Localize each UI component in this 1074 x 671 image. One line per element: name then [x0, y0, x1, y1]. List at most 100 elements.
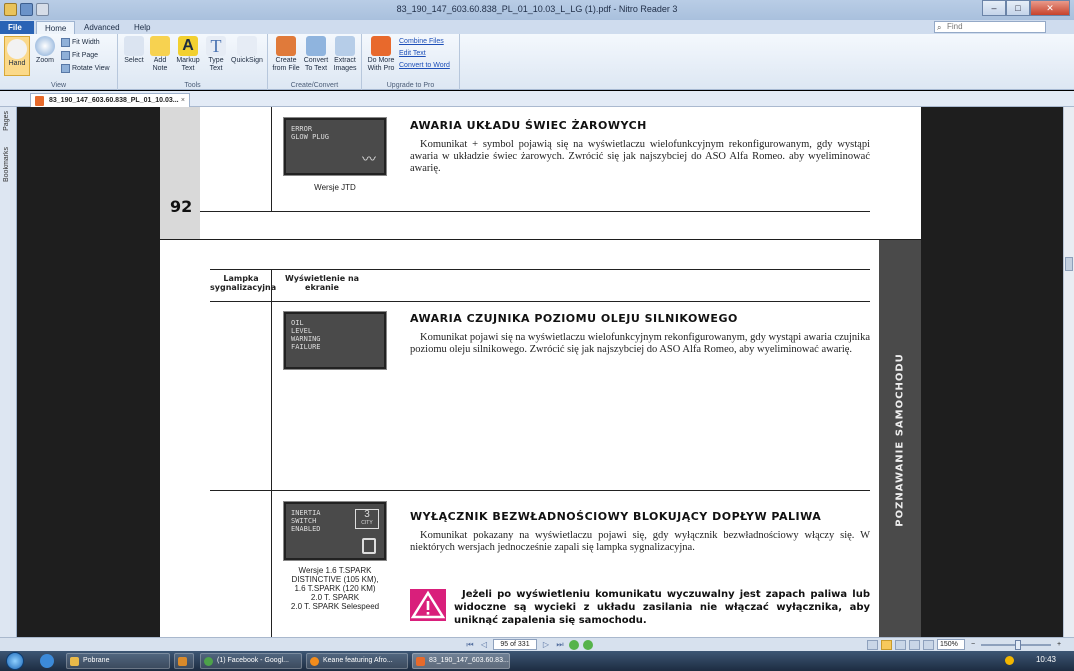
- forward-view-icon[interactable]: [583, 639, 593, 650]
- single-page-view-icon[interactable]: [867, 639, 878, 650]
- view-group: Hand Zoom Fit Width Fit Page Rotate View…: [0, 34, 118, 90]
- fuel-pump-icon: [362, 538, 376, 554]
- back-view-icon[interactable]: [569, 639, 579, 650]
- taskbar-item-explorer[interactable]: Pobrane: [66, 653, 170, 669]
- row-divider-2: [210, 490, 870, 491]
- close-tab-icon[interactable]: ×: [181, 94, 185, 107]
- inertia-switch-display: INERTIA SWITCH ENABLED 3 CITY: [283, 501, 387, 561]
- document-viewer[interactable]: 92 ERROR GLOW PLUG 〰 Wersje JTD AWARIA U…: [17, 107, 1063, 637]
- find-placeholder: Find: [947, 22, 963, 31]
- quicksign-button[interactable]: QuickSign: [230, 36, 264, 65]
- first-page-icon[interactable]: ⏮: [465, 640, 475, 650]
- find-input[interactable]: ⌕ Find: [934, 21, 1046, 33]
- column-header-display: Wyświetlenie na ekranie: [284, 274, 360, 292]
- combine-files-link[interactable]: Combine Files: [399, 38, 444, 45]
- continuous-view-icon[interactable]: [881, 639, 892, 650]
- ie-icon[interactable]: [40, 654, 54, 668]
- table-header-line: [210, 301, 870, 302]
- pdf-page-93: POZNAWANIE SAMOCHODU Lampka sygnalizacyj…: [160, 240, 921, 637]
- taskbar-item-media[interactable]: [174, 653, 194, 669]
- start-button[interactable]: [6, 652, 24, 670]
- glow-plug-display: ERROR GLOW PLUG 〰: [283, 117, 387, 176]
- nitro-icon: [416, 657, 425, 666]
- inertia-switch-heading: WYŁĄCZNIK BEZWŁADNOŚCIOWY BLOKUJĄCY DOPŁ…: [410, 510, 822, 523]
- convert-to-text-button[interactable]: Convert To Text: [302, 36, 330, 73]
- search-icon: ⌕: [937, 23, 942, 32]
- close-button[interactable]: ✕: [1030, 0, 1070, 16]
- zoom-level[interactable]: 150%: [937, 639, 965, 650]
- zoom-slider[interactable]: [981, 639, 1051, 650]
- type-text-icon: T: [206, 36, 226, 56]
- zoom-slider-knob[interactable]: [1015, 639, 1021, 650]
- ribbon: Hand Zoom Fit Width Fit Page Rotate View…: [0, 34, 1074, 90]
- upgrade-group: Do More With Pro Combine Files Edit Text…: [362, 34, 460, 90]
- taskbar-item-nitro[interactable]: 83_190_147_603.60.83...: [412, 653, 510, 669]
- zoom-out-icon[interactable]: −: [968, 641, 978, 648]
- vertical-scrollbar[interactable]: [1063, 107, 1074, 637]
- document-tab[interactable]: 83_190_147_603.60.838_PL_01_10.03... ×: [30, 93, 190, 107]
- inertia-switch-body: Komunikat pokazany na wyświetlaczu pojaw…: [410, 530, 870, 553]
- markup-text-button[interactable]: A Markup Text: [174, 36, 202, 73]
- versions-caption: Wersje 1.6 T.SPARK DISTINCTIVE (105 KM),…: [290, 566, 380, 611]
- taskbar-item-music[interactable]: Keane featuring Afro...: [306, 653, 408, 669]
- zoom-in-icon[interactable]: +: [1054, 641, 1064, 648]
- tab-file[interactable]: File: [0, 21, 34, 34]
- chrome-icon: [204, 657, 213, 666]
- type-text-button[interactable]: T Type Text: [204, 36, 228, 73]
- zoom-controls: 150% − +: [867, 639, 1064, 650]
- status-bar: ⏮ ◁ 95 of 331 ▷ ⏭ 150% − +: [0, 637, 1074, 651]
- fit-page-button[interactable]: Fit Page: [61, 50, 98, 61]
- section-body: Komunikat + symbol pojawią się na wyświe…: [410, 139, 870, 174]
- note-icon: [150, 36, 170, 56]
- signature-icon: [237, 36, 257, 56]
- rotate-view-button[interactable]: Rotate View: [61, 63, 110, 74]
- player-icon: [310, 657, 319, 666]
- next-page-icon[interactable]: ▷: [541, 640, 551, 650]
- edit-text-link[interactable]: Edit Text: [399, 50, 426, 57]
- zoom-icon: [35, 36, 55, 56]
- chapter-label: POZNAWANIE SAMOCHODU: [894, 353, 906, 527]
- column-divider: [271, 107, 272, 211]
- page-number: 92: [170, 197, 193, 216]
- chapter-side-band: POZNAWANIE SAMOCHODU: [879, 240, 921, 637]
- last-page-icon[interactable]: ⏭: [555, 640, 565, 650]
- prev-page-icon[interactable]: ◁: [479, 640, 489, 650]
- select-button[interactable]: Select: [122, 36, 146, 65]
- tools-group-label: Tools: [184, 82, 201, 89]
- maximize-button[interactable]: □: [1006, 0, 1030, 16]
- extract-images-icon: [335, 36, 355, 56]
- view-group-label: View: [50, 82, 67, 89]
- convert-to-word-link[interactable]: Convert to Word: [399, 62, 450, 69]
- extract-images-button[interactable]: Extract Images: [331, 36, 359, 73]
- fit-width-button[interactable]: Fit Width: [61, 37, 100, 48]
- tab-advanced[interactable]: Advanced: [76, 21, 128, 34]
- gear-indicator: 3 CITY: [355, 509, 379, 529]
- create-convert-group: Create from File Convert To Text Extract…: [268, 34, 362, 90]
- page-number-input[interactable]: 95 of 331: [493, 639, 537, 650]
- menu-tabs: File Home Advanced Help: [0, 20, 1074, 34]
- oil-level-display: OIL LEVEL WARNING FAILURE: [283, 311, 387, 370]
- window-title: 83_190_147_603.60.838_PL_01_10.03_L_LG (…: [396, 4, 678, 14]
- do-more-with-pro-button[interactable]: Do More With Pro: [366, 36, 396, 73]
- scrollbar-thumb[interactable]: [1065, 257, 1073, 271]
- taskbar-item-chrome-facebook[interactable]: (1) Facebook - Googl...: [200, 653, 302, 669]
- fit-page-view-icon[interactable]: [923, 639, 934, 650]
- bookmarks-panel-tab[interactable]: Bookmarks: [3, 147, 10, 182]
- oil-sensor-heading: AWARIA CZUJNIKA POZIOMU OLEJU SILNIKOWEG…: [410, 312, 738, 325]
- tray-icon[interactable]: [1005, 656, 1014, 665]
- create-from-file-button[interactable]: Create from File: [272, 36, 300, 73]
- zoom-button[interactable]: Zoom: [33, 36, 57, 65]
- tab-home[interactable]: Home: [36, 21, 76, 34]
- cursor-icon: [124, 36, 144, 56]
- hand-button[interactable]: Hand: [4, 36, 30, 76]
- add-note-button[interactable]: Add Note: [148, 36, 172, 73]
- fit-width-view-icon[interactable]: [909, 639, 920, 650]
- nitro-pro-icon: [371, 36, 391, 56]
- fit-page-icon: [61, 50, 70, 60]
- pages-panel-tab[interactable]: Pages: [3, 111, 10, 131]
- tab-help[interactable]: Help: [126, 21, 158, 34]
- facing-view-icon[interactable]: [895, 639, 906, 650]
- clock: 10:43: [1035, 655, 1056, 664]
- minimize-button[interactable]: –: [982, 0, 1006, 16]
- pdf-page-92: 92 ERROR GLOW PLUG 〰 Wersje JTD AWARIA U…: [160, 107, 921, 239]
